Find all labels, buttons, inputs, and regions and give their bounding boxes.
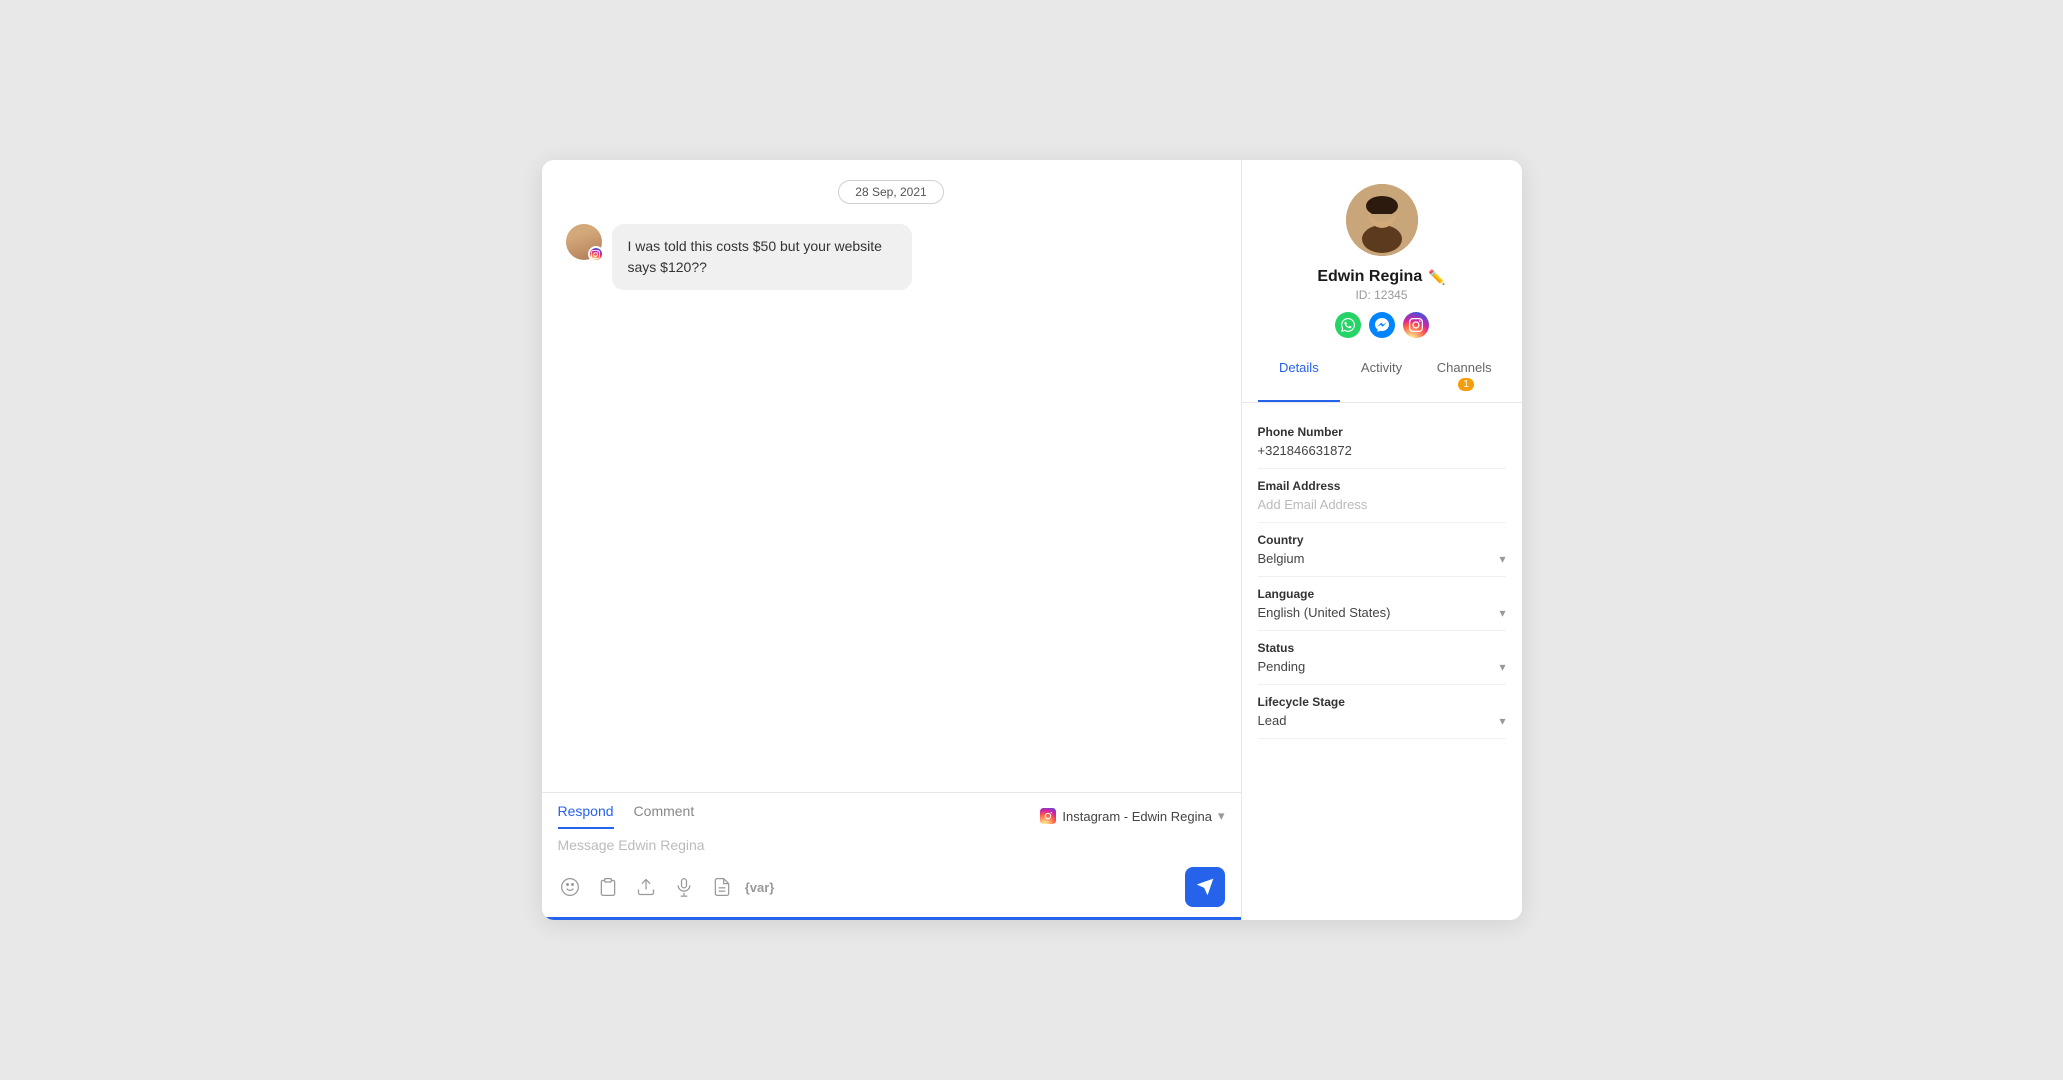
language-value: English (United States) bbox=[1258, 605, 1391, 620]
lifecycle-chevron-icon: ▾ bbox=[1499, 714, 1505, 728]
chat-panel: 28 Sep, 2021 I was told this costs $50 b… bbox=[542, 160, 1242, 920]
variable-icon[interactable]: {var} bbox=[748, 875, 772, 899]
progress-bar bbox=[542, 917, 1241, 920]
language-label: Language bbox=[1258, 587, 1506, 601]
avatar-container bbox=[566, 224, 602, 260]
message-input[interactable]: Message Edwin Regina bbox=[542, 829, 1241, 861]
clipboard-icon[interactable] bbox=[596, 875, 620, 899]
respond-tab[interactable]: Respond bbox=[558, 803, 614, 829]
lifecycle-value: Lead bbox=[1258, 713, 1287, 728]
message-row: I was told this costs $50 but your websi… bbox=[566, 224, 912, 290]
emoji-icon[interactable] bbox=[558, 875, 582, 899]
lifecycle-item: Lifecycle Stage Lead ▾ bbox=[1258, 685, 1506, 739]
instagram-contact-icon[interactable] bbox=[1403, 312, 1429, 338]
country-item: Country Belgium ▾ bbox=[1258, 523, 1506, 577]
whatsapp-channel-icon[interactable] bbox=[1335, 312, 1361, 338]
country-chevron-icon: ▾ bbox=[1499, 552, 1505, 566]
language-dropdown[interactable]: English (United States) ▾ bbox=[1258, 605, 1506, 620]
message-placeholder: Message Edwin Regina bbox=[558, 837, 705, 853]
country-label: Country bbox=[1258, 533, 1506, 547]
tabs-left: Respond Comment bbox=[558, 803, 695, 829]
contact-channels bbox=[1335, 312, 1429, 338]
main-container: 28 Sep, 2021 I was told this costs $50 b… bbox=[542, 160, 1522, 920]
send-button[interactable] bbox=[1185, 867, 1225, 907]
phone-number-value: +321846631872 bbox=[1258, 443, 1506, 458]
tab-channels[interactable]: Channels 1 bbox=[1423, 350, 1506, 402]
channels-badge: 1 bbox=[1458, 378, 1474, 391]
tab-activity[interactable]: Activity bbox=[1340, 350, 1423, 402]
channel-chevron-icon: ▾ bbox=[1218, 808, 1225, 824]
country-dropdown[interactable]: Belgium ▾ bbox=[1258, 551, 1506, 566]
email-address-label: Email Address bbox=[1258, 479, 1506, 493]
email-address-item: Email Address Add Email Address bbox=[1258, 469, 1506, 523]
contact-id: ID: 12345 bbox=[1355, 288, 1407, 302]
contact-avatar bbox=[1346, 184, 1418, 256]
input-area: Respond Comment bbox=[542, 792, 1241, 920]
status-value: Pending bbox=[1258, 659, 1306, 674]
details-section: Phone Number +321846631872 Email Address… bbox=[1242, 403, 1522, 920]
phone-number-label: Phone Number bbox=[1258, 425, 1506, 439]
contact-tabs: Details Activity Channels 1 bbox=[1242, 350, 1522, 403]
channel-label: Instagram - Edwin Regina bbox=[1062, 809, 1212, 824]
instagram-channel-icon bbox=[1040, 808, 1056, 824]
contact-avatar-image bbox=[1346, 184, 1418, 256]
country-value: Belgium bbox=[1258, 551, 1305, 566]
instagram-avatar-badge bbox=[588, 246, 604, 262]
document-icon[interactable] bbox=[710, 875, 734, 899]
status-dropdown[interactable]: Pending ▾ bbox=[1258, 659, 1506, 674]
send-icon bbox=[1195, 877, 1215, 897]
toolbar-row: {var} bbox=[542, 861, 1241, 917]
chat-messages: 28 Sep, 2021 I was told this costs $50 b… bbox=[542, 160, 1241, 792]
microphone-icon[interactable] bbox=[672, 875, 696, 899]
contact-panel: Edwin Regina ✏️ ID: 12345 bbox=[1242, 160, 1522, 920]
contact-header: Edwin Regina ✏️ ID: 12345 bbox=[1242, 160, 1522, 350]
contact-name-row: Edwin Regina ✏️ bbox=[1317, 268, 1445, 286]
edit-icon[interactable]: ✏️ bbox=[1428, 269, 1445, 286]
status-chevron-icon: ▾ bbox=[1499, 660, 1505, 674]
messenger-channel-icon[interactable] bbox=[1369, 312, 1395, 338]
comment-tab[interactable]: Comment bbox=[634, 803, 695, 829]
channel-selector[interactable]: Instagram - Edwin Regina ▾ bbox=[1040, 808, 1224, 824]
lifecycle-dropdown[interactable]: Lead ▾ bbox=[1258, 713, 1506, 728]
contact-name: Edwin Regina bbox=[1317, 268, 1422, 286]
language-item: Language English (United States) ▾ bbox=[1258, 577, 1506, 631]
phone-number-item: Phone Number +321846631872 bbox=[1258, 415, 1506, 469]
language-chevron-icon: ▾ bbox=[1499, 606, 1505, 620]
tab-details[interactable]: Details bbox=[1258, 350, 1341, 402]
upload-icon[interactable] bbox=[634, 875, 658, 899]
status-label: Status bbox=[1258, 641, 1506, 655]
lifecycle-label: Lifecycle Stage bbox=[1258, 695, 1506, 709]
message-bubble: I was told this costs $50 but your websi… bbox=[612, 224, 912, 290]
status-item: Status Pending ▾ bbox=[1258, 631, 1506, 685]
email-address-value[interactable]: Add Email Address bbox=[1258, 497, 1506, 512]
date-divider: 28 Sep, 2021 bbox=[838, 180, 943, 204]
tab-row: Respond Comment bbox=[542, 793, 1241, 829]
toolbar-icons: {var} bbox=[558, 875, 772, 899]
